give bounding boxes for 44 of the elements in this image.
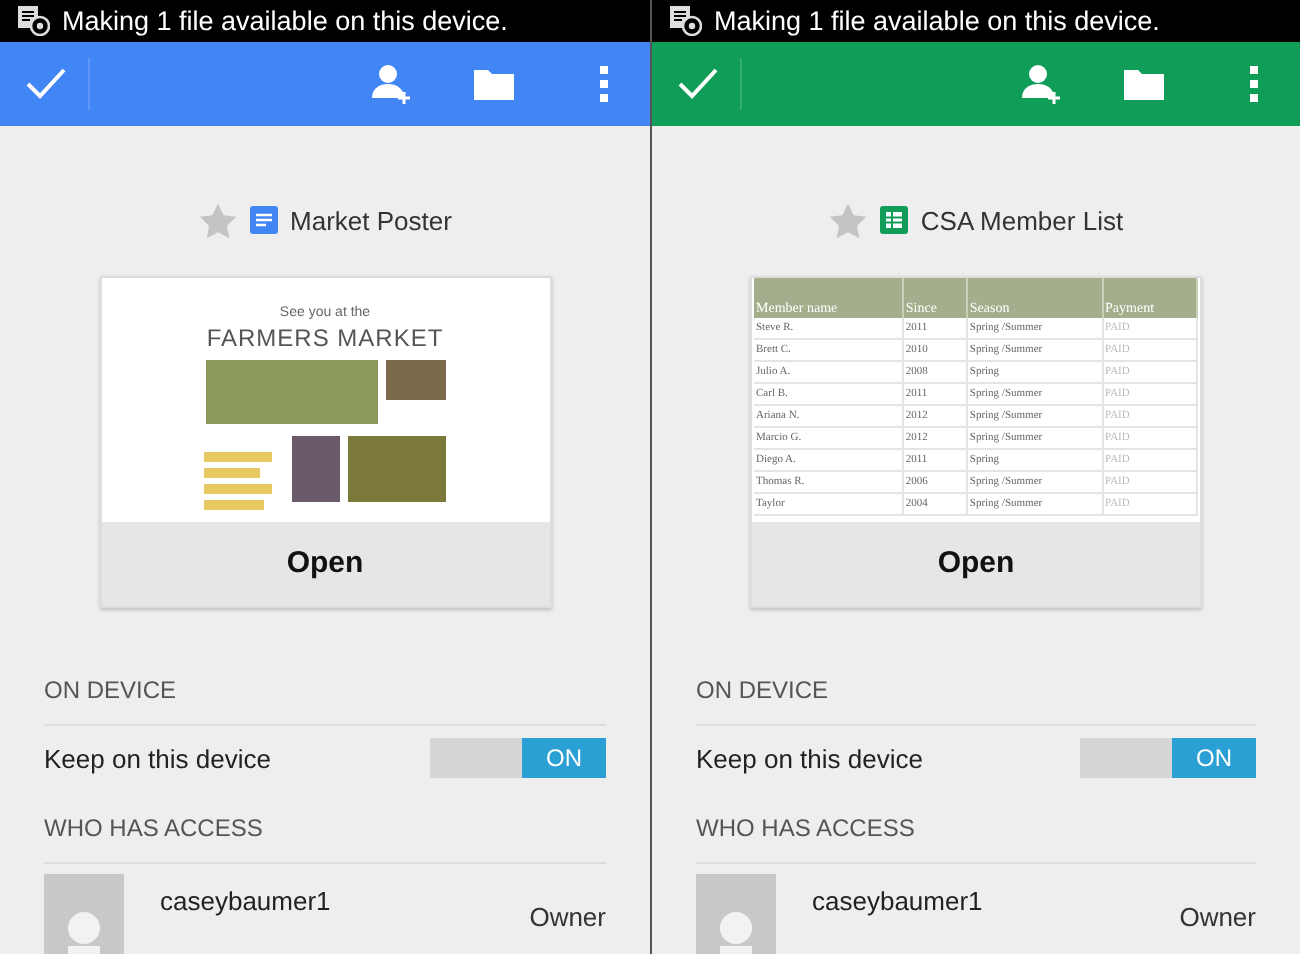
star-icon[interactable] [198,201,239,240]
section-header: ON DEVICE [44,676,606,726]
check-icon [676,65,720,102]
section-header: WHO HAS ACCESS [696,814,1256,864]
done-button[interactable] [24,65,68,102]
move-button[interactable] [474,67,514,100]
user-name: caseybaumer1 [812,886,985,916]
add-person-icon [370,61,414,106]
open-button[interactable]: Open [101,521,549,606]
document-icon [250,206,279,235]
move-button[interactable] [1124,67,1164,100]
file-name: CSA Member List [920,205,1124,236]
spreadsheet-icon [880,206,909,235]
share-button[interactable] [1020,61,1064,106]
folder-icon [474,67,514,100]
share-button[interactable] [370,61,414,106]
more-options-icon [1248,65,1260,102]
photo-placeholder [348,435,446,502]
status-text: Making 1 file available on this device. [62,6,508,37]
photo-placeholder [385,359,445,400]
sync-document-icon [18,6,50,37]
user-role: Owner [529,902,606,932]
photo-placeholder [292,435,340,502]
poster-title: FARMERS MARKET [206,323,444,352]
more-button[interactable] [598,65,610,102]
user-name: caseybaumer1 [160,886,333,916]
section-header: WHO HAS ACCESS [44,814,606,864]
check-icon [24,65,68,102]
file-name: Market Poster [290,205,452,236]
star-icon[interactable] [828,201,869,240]
status-text: Making 1 file available on this device. [714,6,1160,37]
folder-icon [1124,67,1164,100]
sync-document-icon [670,6,702,37]
add-person-icon [1020,61,1064,106]
person-silhouette-icon [62,910,106,954]
open-button[interactable]: Open [752,521,1200,606]
section-header: ON DEVICE [696,676,1256,726]
more-options-icon [598,65,610,102]
done-button[interactable] [676,65,720,102]
user-role: Owner [1179,902,1256,932]
more-button[interactable] [1248,65,1260,102]
keep-on-device-label: Keep on this device [44,743,271,773]
keep-on-device-label: Keep on this device [696,743,923,773]
person-silhouette-icon [714,910,758,954]
